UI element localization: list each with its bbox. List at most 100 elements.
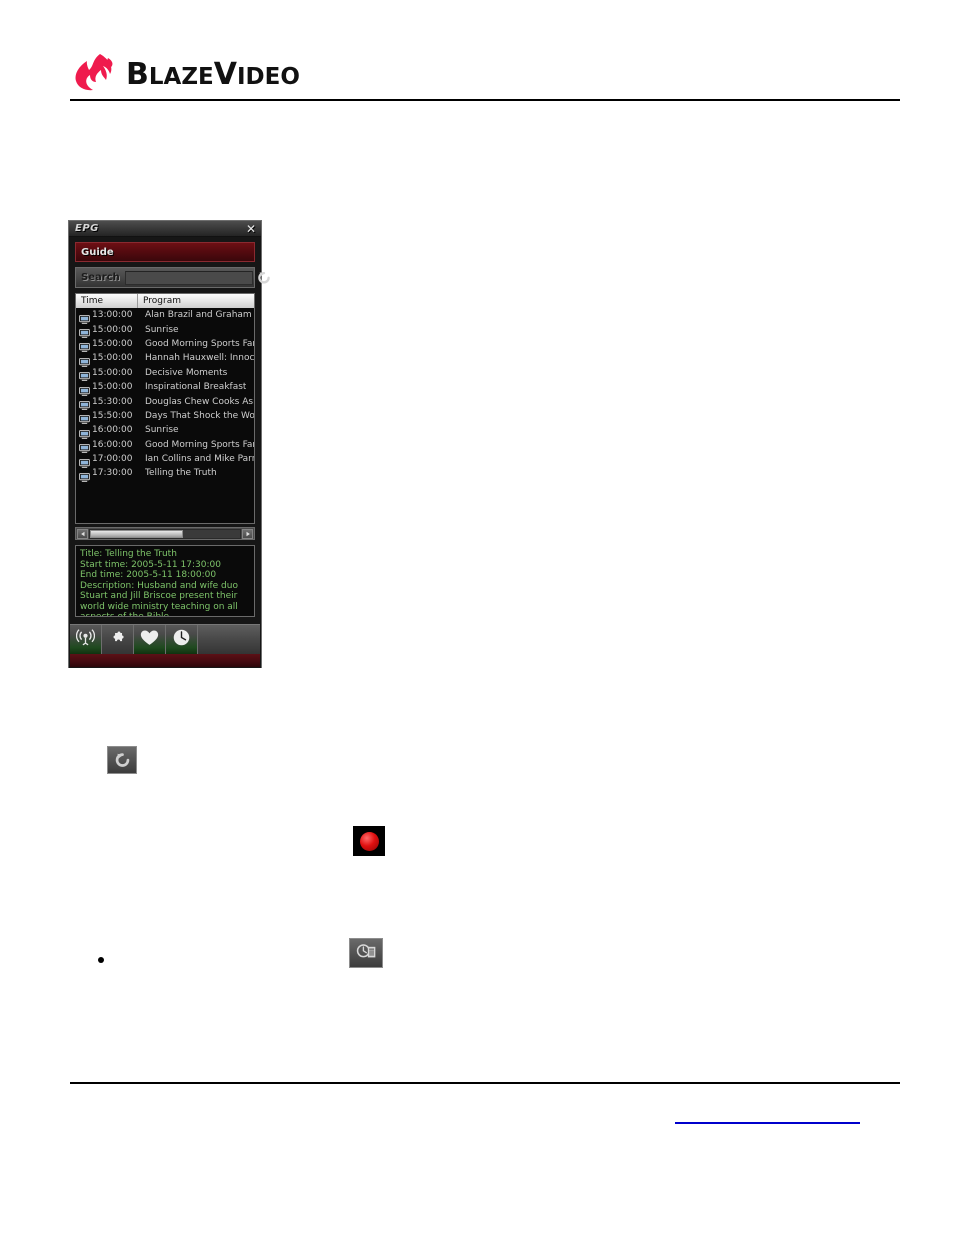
program-title: Days That Shock the World (145, 410, 254, 421)
heart-icon (140, 629, 159, 652)
guide-label: Guide (81, 246, 114, 258)
table-row[interactable]: 17:30:00 Telling the Truth (76, 466, 254, 482)
table-row[interactable]: 15:30:00 Douglas Chew Cooks Asia (76, 394, 254, 410)
table-row[interactable]: 15:00:00 Hannah Hauxwell: Innocent (76, 351, 254, 367)
table-row[interactable]: 15:50:00 Days That Shock the World (76, 409, 254, 425)
program-title: Decisive Moments (145, 367, 228, 378)
search-input[interactable] (124, 270, 253, 285)
brand-name: BLAZEVIDEO (126, 58, 300, 94)
scroll-left-icon[interactable] (77, 528, 88, 539)
scrollbar-track[interactable] (89, 528, 241, 539)
schedule-button[interactable] (166, 625, 198, 655)
horizontal-scrollbar[interactable] (75, 527, 255, 540)
program-title: Alan Brazil and Graham Bee (145, 310, 254, 321)
table-row[interactable]: 15:00:00 Sunrise (76, 322, 254, 338)
epg-window-title: EPG (75, 223, 99, 234)
tv-icon (79, 455, 90, 468)
table-row[interactable]: 15:00:00 Good Morning Sports Fans (76, 337, 254, 353)
antenna-icon (75, 628, 96, 652)
program-time: 17:30:00 (92, 468, 133, 479)
tv-icon (79, 469, 90, 482)
refresh-icon[interactable] (256, 269, 272, 287)
epg-body: Guide Search Time Program 13:00:00 Alan … (69, 237, 270, 668)
column-header-time[interactable]: Time (76, 294, 138, 308)
program-title: Telling the Truth (145, 468, 217, 479)
bullet-point (98, 957, 104, 963)
program-title: Inspirational Breakfast (145, 382, 247, 393)
program-time: 15:00:00 (92, 382, 133, 393)
table-row[interactable]: 15:00:00 Decisive Moments (76, 366, 254, 382)
program-title: Hannah Hauxwell: Innocent (145, 353, 254, 364)
table-row[interactable]: 16:00:00 Sunrise (76, 423, 254, 439)
epg-toolbar (70, 624, 260, 655)
tv-icon (79, 411, 90, 425)
puzzle-icon (109, 629, 126, 651)
program-time: 15:00:00 (92, 338, 133, 349)
tv-icon (79, 426, 90, 439)
scrollbar-thumb[interactable] (90, 529, 183, 538)
document-page: BLAZEVIDEO EPG ✕ Guide Search Time Progr… (0, 0, 954, 1235)
footer-hyperlink-underline (675, 1122, 860, 1124)
favorites-button[interactable] (134, 625, 166, 655)
brand-b: B (126, 57, 149, 92)
program-time: 13:00:00 (92, 310, 133, 321)
clock-icon (172, 628, 191, 652)
header-divider (70, 99, 900, 101)
program-list-header: Time Program (75, 293, 255, 308)
detail-start-time: Start time: 2005-5-11 17:30:00 (80, 559, 221, 570)
program-time: 16:00:00 (92, 425, 133, 436)
tv-icon (79, 339, 90, 353)
footer-divider (70, 1082, 900, 1084)
detail-description: Description: Husband and wife duo Stuart… (80, 580, 238, 617)
toolbar-filler (198, 625, 260, 654)
program-details-panel: Title: Telling the Truth Start time: 200… (75, 545, 255, 617)
schedule-clock-list-icon[interactable] (349, 938, 383, 968)
detail-title: Title: Telling the Truth (80, 549, 177, 559)
program-time: 15:00:00 (92, 324, 133, 335)
program-time: 17:00:00 (92, 454, 133, 465)
record-icon[interactable] (353, 826, 385, 856)
epg-window: EPG ✕ Guide Search Time Program 13:00:00… (68, 220, 270, 668)
search-label: Search (81, 272, 120, 283)
program-title: Sunrise (145, 425, 179, 436)
footer-hyperlink[interactable] (675, 1108, 860, 1124)
program-time: 15:00:00 (92, 353, 133, 364)
close-icon[interactable]: ✕ (246, 222, 256, 236)
table-row[interactable]: 17:00:00 Ian Collins and Mike Parry (76, 452, 254, 468)
broadcast-button[interactable] (70, 625, 102, 655)
table-row[interactable]: 15:00:00 Inspirational Breakfast (76, 380, 254, 396)
brand-laze: LAZE (148, 64, 214, 90)
tv-icon (79, 397, 90, 410)
program-title: Douglas Chew Cooks Asia (145, 396, 254, 407)
brand-logo: BLAZEVIDEO (70, 48, 900, 94)
scroll-right-icon[interactable] (242, 528, 253, 539)
tv-icon (79, 325, 90, 338)
guide-tab[interactable]: Guide (75, 242, 255, 262)
column-header-program[interactable]: Program (138, 294, 254, 308)
plugin-button[interactable] (102, 625, 134, 655)
epg-titlebar[interactable]: EPG ✕ (69, 221, 261, 237)
program-title: Ian Collins and Mike Parry (145, 454, 254, 465)
program-time: 15:50:00 (92, 410, 133, 421)
program-title: Good Morning Sports Fans (145, 338, 254, 349)
program-time: 15:30:00 (92, 396, 133, 407)
epg-window-footer-bar (70, 654, 260, 667)
tv-icon (79, 440, 90, 454)
brand-v: V (213, 57, 237, 92)
tv-icon (79, 354, 90, 367)
program-time: 16:00:00 (92, 439, 133, 450)
program-title: Good Morning Sports Fans (145, 439, 254, 450)
program-time: 15:00:00 (92, 367, 133, 378)
table-row[interactable]: 13:00:00 Alan Brazil and Graham Bee (76, 308, 254, 324)
refresh-icon[interactable] (107, 746, 137, 774)
table-row[interactable]: 16:00:00 Good Morning Sports Fans (76, 438, 254, 454)
record-dot (359, 831, 379, 851)
program-list[interactable]: 13:00:00Alan Brazil and Graham Bee15:00:… (75, 308, 255, 524)
flame-icon (70, 52, 122, 92)
detail-end-time: End time: 2005-5-11 18:00:00 (80, 570, 217, 580)
brand-ideo: IDEO (236, 64, 300, 90)
program-title: Sunrise (145, 324, 179, 335)
tv-icon (79, 383, 90, 396)
search-bar: Search (75, 267, 270, 288)
document-header: BLAZEVIDEO (70, 48, 900, 104)
